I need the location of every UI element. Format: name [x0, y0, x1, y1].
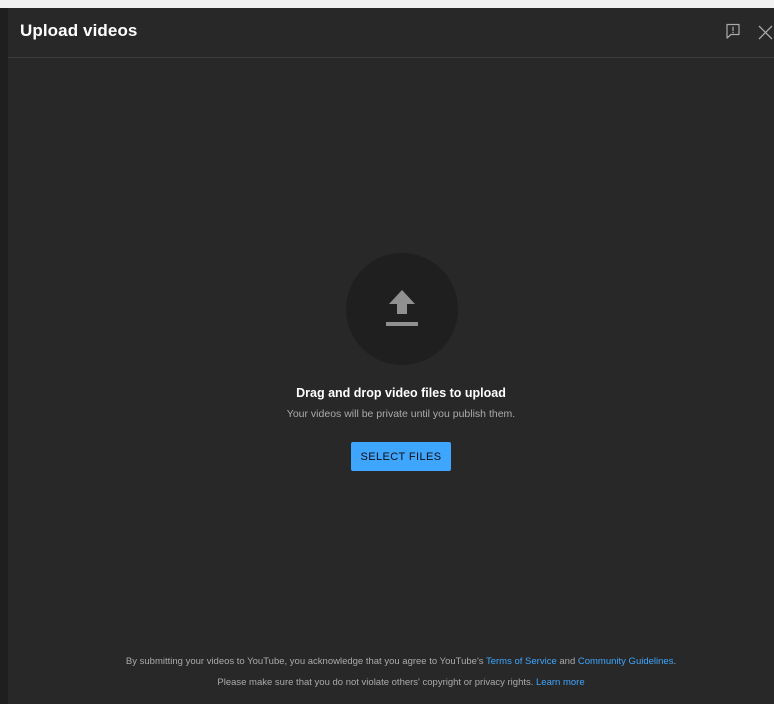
footer-and-text: and [556, 656, 578, 667]
community-guidelines-link[interactable]: Community Guidelines [578, 656, 674, 667]
footer-period-text: . [673, 656, 677, 667]
footer-copyright-text: Please make sure that you do not violate… [217, 677, 537, 688]
feedback-icon[interactable] [724, 22, 742, 40]
terms-of-service-link[interactable]: Terms of Service [486, 656, 557, 667]
footer-terms-line: By submitting your videos to YouTube, yo… [8, 656, 774, 667]
top-page-strip [0, 0, 774, 8]
left-page-strip [0, 8, 8, 704]
footer-terms-text: By submitting your videos to YouTube, yo… [125, 656, 486, 667]
upload-arrow-icon [386, 290, 418, 326]
select-files-button[interactable]: SELECT FILES [351, 442, 451, 471]
dialog-header: Upload videos [8, 8, 774, 58]
footer-copyright-line: Please make sure that you do not violate… [8, 677, 774, 688]
upload-dropzone-circle[interactable] [346, 253, 458, 365]
dropzone-title: Drag and drop video files to upload [296, 386, 506, 400]
dialog-title: Upload videos [20, 21, 138, 40]
close-icon[interactable] [757, 24, 774, 41]
upload-dialog: Upload videos Drag and drop video files … [8, 8, 774, 704]
dropzone-subtitle: Your videos will be private until you pu… [286, 408, 516, 420]
learn-more-link[interactable]: Learn more [536, 677, 585, 688]
